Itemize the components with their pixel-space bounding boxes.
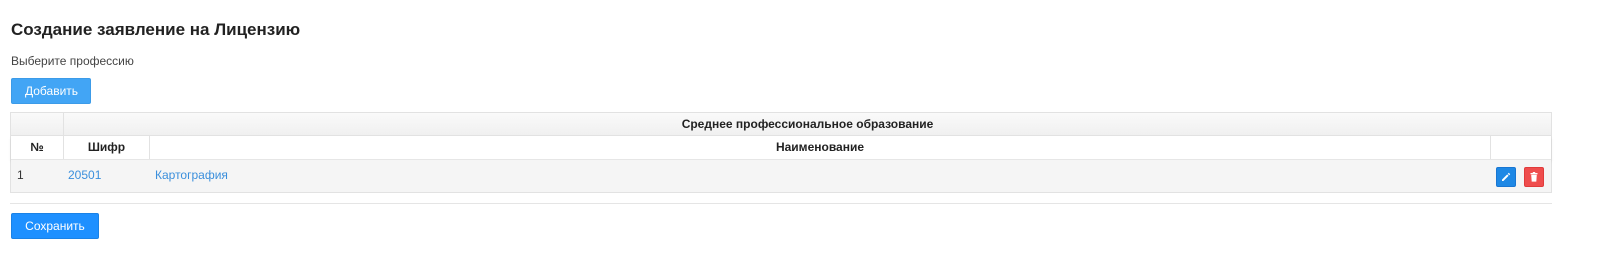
column-header-code[interactable]: Шифр xyxy=(64,136,150,159)
delete-button[interactable] xyxy=(1524,167,1544,187)
save-button[interactable]: Сохранить xyxy=(11,213,99,239)
trash-icon xyxy=(1530,172,1538,182)
professions-table: Среднее профессиональное образование № Ш… xyxy=(10,112,1552,193)
add-button[interactable]: Добавить xyxy=(11,78,91,104)
column-header-name[interactable]: Наименование xyxy=(150,136,1491,159)
table-row[interactable]: 1 20501 Картография xyxy=(11,160,1551,192)
group-header-spacer xyxy=(11,113,64,135)
page-title: Создание заявление на Лицензию xyxy=(11,20,301,39)
edit-button[interactable] xyxy=(1496,167,1516,187)
row-name-link[interactable]: Картография xyxy=(155,168,228,182)
column-header-number[interactable]: № xyxy=(11,136,64,159)
row-number: 1 xyxy=(17,168,24,182)
page: Создание заявление на Лицензию Выберите … xyxy=(0,0,1600,260)
table-group-header: Среднее профессиональное образование xyxy=(11,113,1551,136)
row-code-link[interactable]: 20501 xyxy=(68,168,101,182)
table-header-row: № Шифр Наименование xyxy=(11,136,1551,160)
choose-profession-label: Выберите профессию xyxy=(11,54,134,68)
form-divider xyxy=(10,203,1552,204)
pencil-icon xyxy=(1502,172,1511,181)
column-header-actions xyxy=(1491,136,1551,159)
group-header-title: Среднее профессиональное образование xyxy=(681,117,934,131)
